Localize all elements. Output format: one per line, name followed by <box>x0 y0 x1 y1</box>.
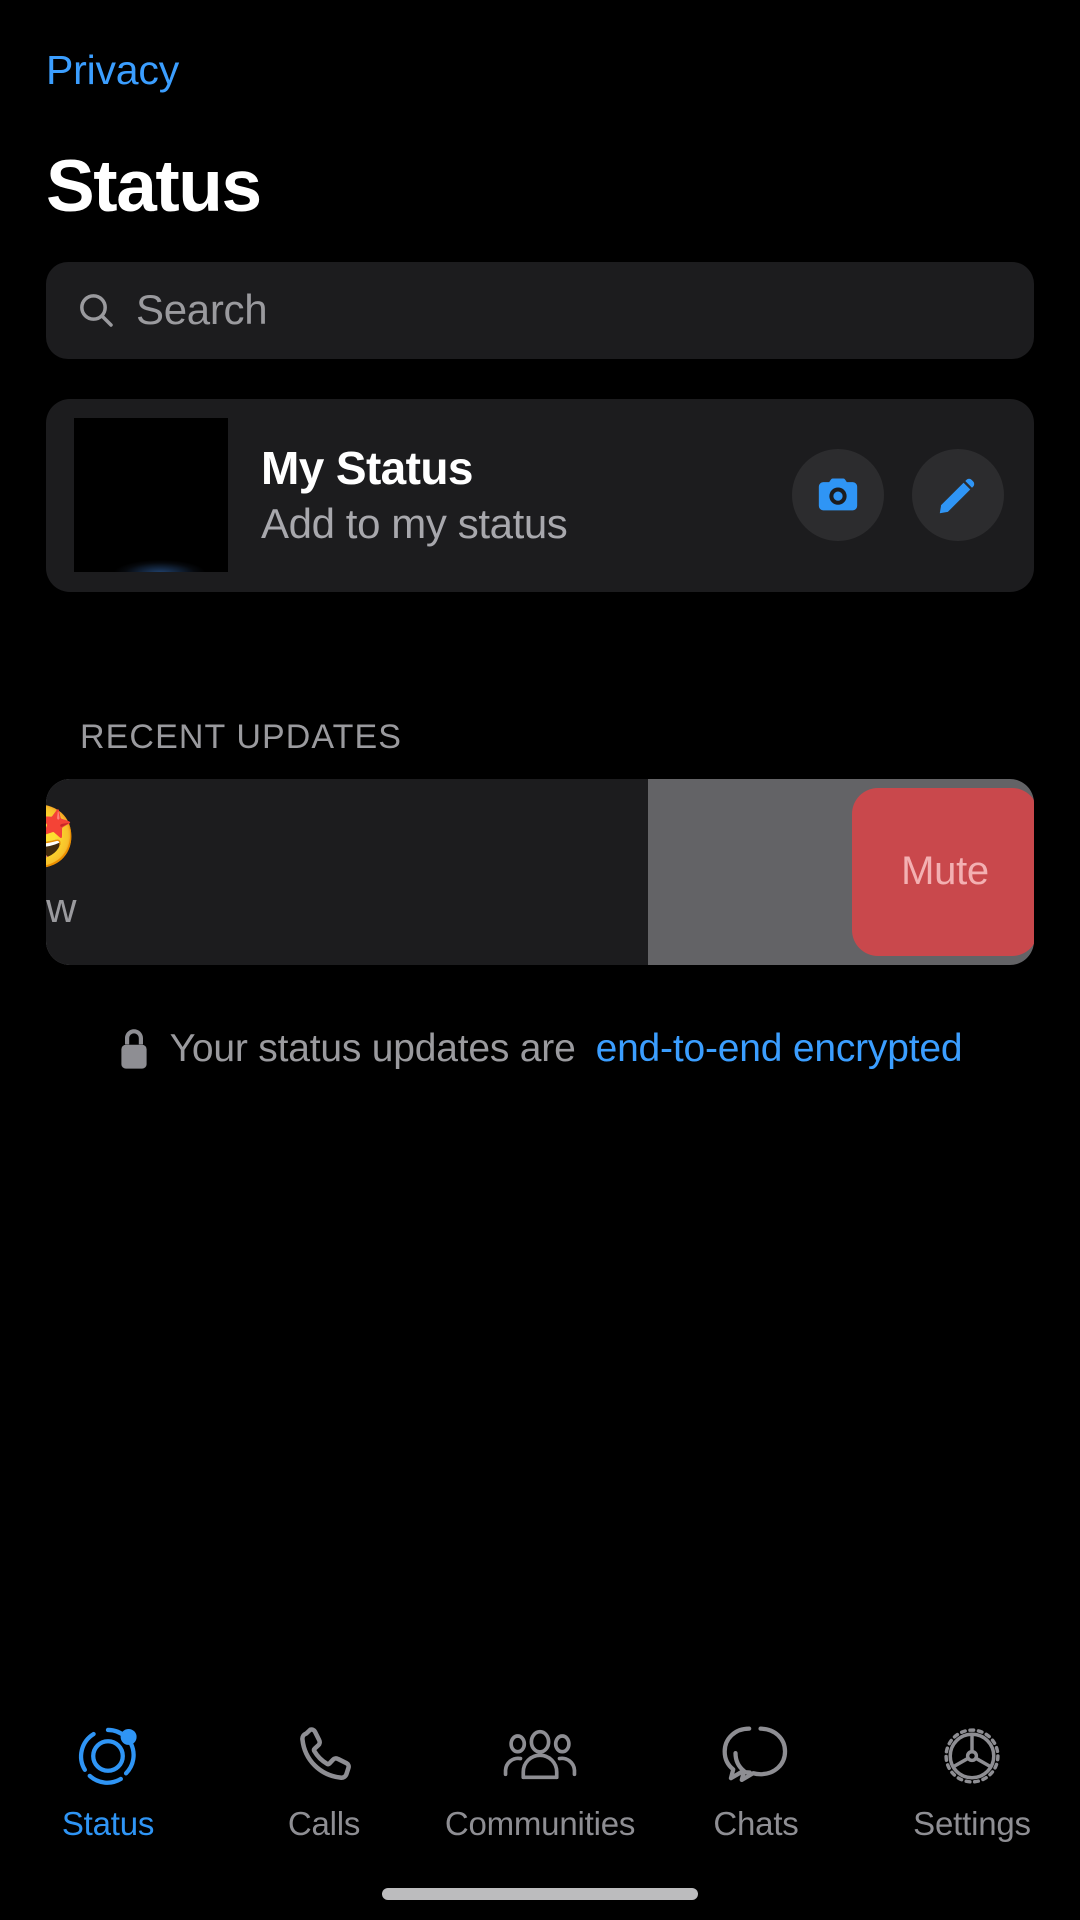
phone-icon <box>290 1719 358 1793</box>
lock-icon <box>118 1028 150 1070</box>
search-input[interactable]: Search <box>46 261 1034 359</box>
home-indicator-area <box>0 1868 1080 1920</box>
avatar-glow <box>115 560 205 573</box>
status-update-row-content[interactable]: 🤩 now <box>46 778 648 965</box>
tab-label-status: Status <box>61 1804 155 1842</box>
privacy-link[interactable]: Privacy <box>46 47 179 93</box>
tab-settings[interactable]: Settings <box>864 1719 1080 1840</box>
my-status-card[interactable]: My Status Add to my status <box>46 398 1034 592</box>
camera-icon <box>815 472 861 518</box>
encryption-notice: Your status updates are end-to-end encry… <box>0 1027 1080 1071</box>
top-nav: Privacy <box>0 0 1080 93</box>
edit-status-button[interactable] <box>912 449 1004 542</box>
people-group-icon <box>502 1719 578 1793</box>
status-screen: Privacy Status Search My Status Add to m… <box>0 0 1080 1920</box>
tab-chats[interactable]: Chats <box>648 1719 864 1840</box>
my-status-text: My Status Add to my status <box>261 441 792 548</box>
my-status-title: My Status <box>261 441 473 494</box>
list-item[interactable]: 🤩 now Mute <box>46 778 1034 965</box>
tab-label-calls: Calls <box>287 1804 361 1842</box>
avatar[interactable] <box>74 418 228 573</box>
my-status-subtitle: Add to my status <box>261 500 568 548</box>
tab-calls[interactable]: Calls <box>216 1719 432 1840</box>
search-icon <box>76 290 116 330</box>
tab-label-communities: Communities <box>444 1804 636 1842</box>
encryption-link[interactable]: end-to-end encrypted <box>596 1027 963 1071</box>
chat-bubbles-icon <box>719 1719 793 1793</box>
status-emoji: 🤩 <box>46 806 77 869</box>
recent-updates-header: RECENT UPDATES <box>80 717 403 756</box>
tab-bar: Status Calls Communities Chats Settings <box>0 1696 1080 1868</box>
search-placeholder: Search <box>136 286 268 334</box>
recent-updates-list: 🤩 now Mute <box>0 778 1080 965</box>
tab-communities[interactable]: Communities <box>432 1719 648 1840</box>
my-status-section: My Status Add to my status <box>0 359 1080 592</box>
tab-label-chats: Chats <box>713 1804 799 1842</box>
search-section: Search <box>0 226 1080 359</box>
pencil-icon <box>935 472 981 518</box>
tab-status[interactable]: Status <box>0 1719 216 1840</box>
mute-button[interactable]: Mute <box>852 787 1034 956</box>
tab-label-settings: Settings <box>913 1804 1031 1842</box>
status-timestamp: now <box>46 883 77 931</box>
home-indicator[interactable] <box>382 1888 698 1900</box>
camera-button[interactable] <box>792 449 884 542</box>
page-title: Status <box>46 146 262 228</box>
encryption-text: Your status updates are <box>169 1026 576 1070</box>
swipe-action-tray: Mute <box>648 779 1034 965</box>
status-icon <box>73 1719 143 1793</box>
gear-icon <box>935 1719 1009 1793</box>
